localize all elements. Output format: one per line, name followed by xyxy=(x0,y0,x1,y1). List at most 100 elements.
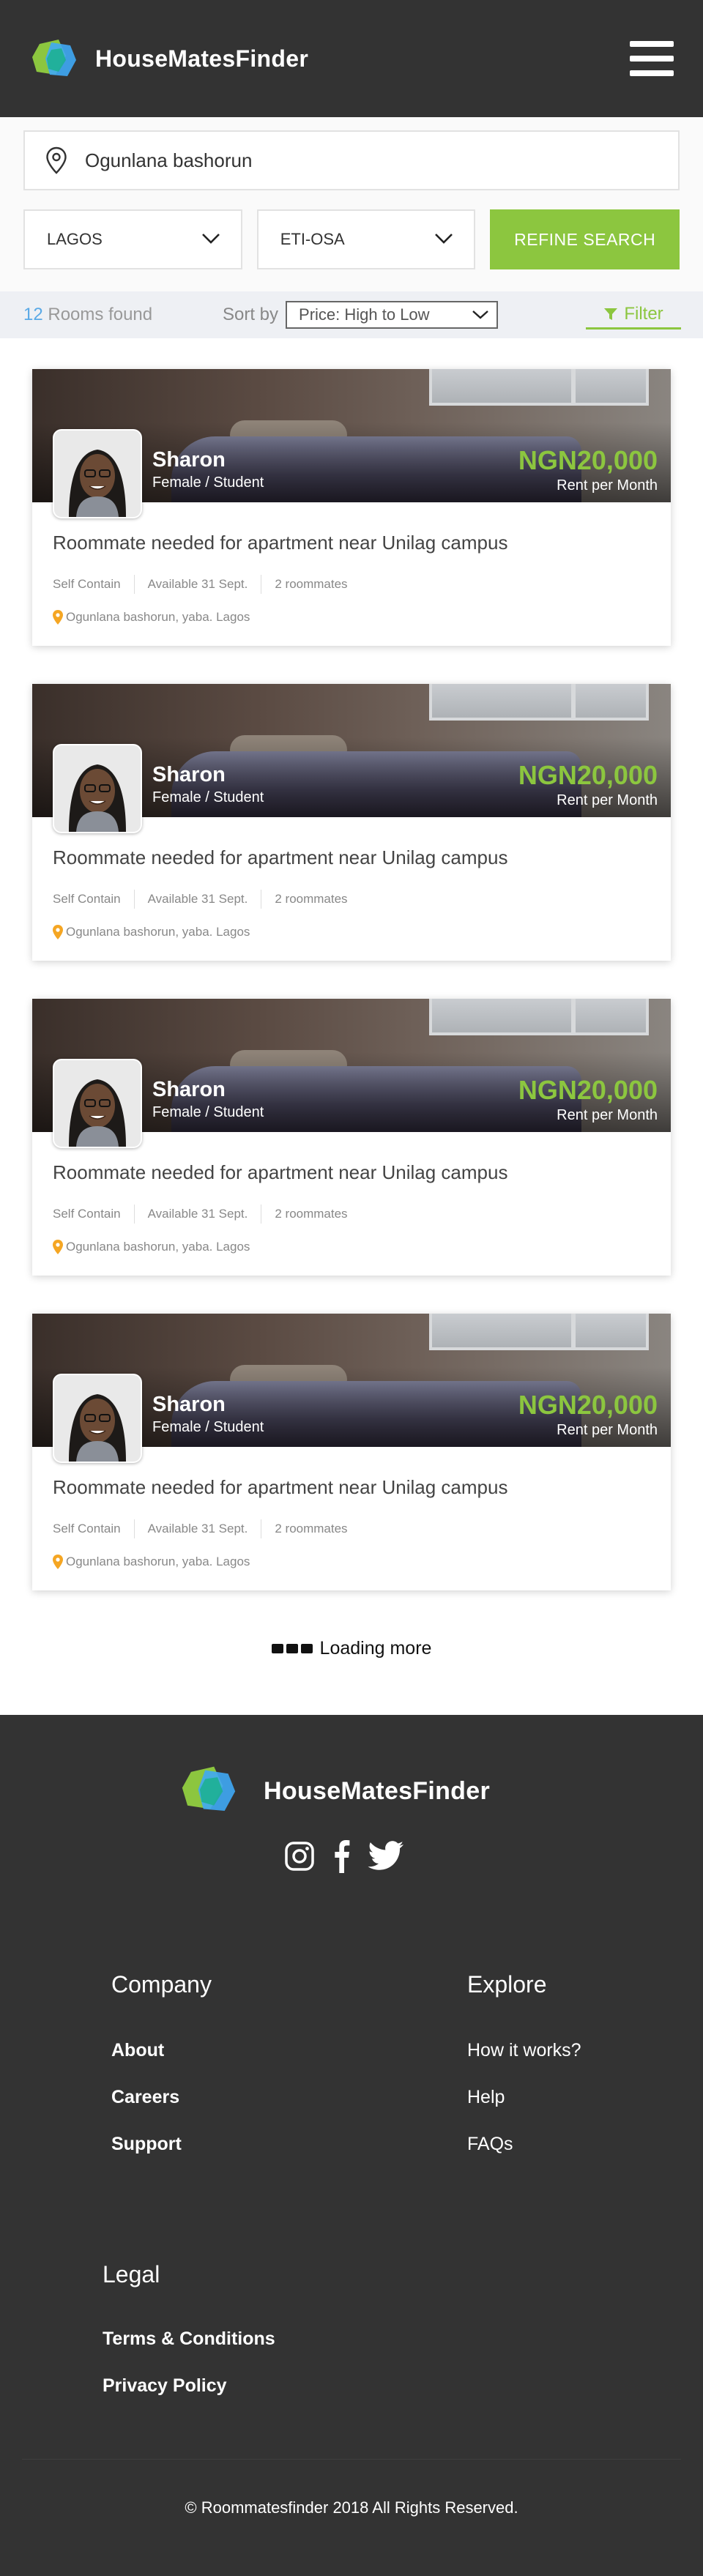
chevron-down-icon xyxy=(434,230,453,249)
listing-card[interactable]: Sharon Female / Student NGN20,000 Rent p… xyxy=(32,1314,671,1590)
rooms-count: 12 xyxy=(23,305,43,324)
listing-title[interactable]: Roommate needed for apartment near Unila… xyxy=(53,817,650,869)
explore-heading: Explore xyxy=(467,1971,547,1998)
loading-label: Loading more xyxy=(319,1637,432,1659)
address-text: Ogunlana bashorun, yaba. Lagos xyxy=(66,925,250,939)
listing-address: Ogunlana bashorun, yaba. Lagos xyxy=(53,1240,650,1254)
state-select-value: LAGOS xyxy=(47,230,103,248)
listing-card[interactable]: Sharon Female / Student NGN20,000 Rent p… xyxy=(32,684,671,961)
footer-link-help[interactable]: Help xyxy=(467,2087,505,2108)
site-footer: HouseMatesFinder Company About Careers S… xyxy=(0,1715,703,2576)
listing-meta: Self Contain Available 31 Sept. 2 roomma… xyxy=(53,1205,650,1224)
company-heading: Company xyxy=(111,1971,212,1998)
footer-link-support[interactable]: Support xyxy=(111,2134,182,2155)
site-header: HouseMatesFinder xyxy=(0,0,703,117)
price-period: Rent per Month xyxy=(557,1422,658,1438)
roommate-count: 2 roommates xyxy=(261,575,360,594)
map-pin-icon xyxy=(53,925,63,939)
avatar[interactable] xyxy=(53,1374,142,1463)
listing-address: Ogunlana bashorun, yaba. Lagos xyxy=(53,610,650,625)
rooms-found-text: 12 Rooms found xyxy=(23,305,223,325)
logo-icon xyxy=(29,38,79,79)
poster-name: Sharon xyxy=(152,763,226,786)
room-type: Self Contain xyxy=(53,1207,121,1221)
location-field[interactable] xyxy=(23,130,680,190)
search-panel: LAGOS ETI-OSA REFINE SEARCH xyxy=(0,117,703,291)
avatar[interactable] xyxy=(53,1059,142,1148)
lga-select[interactable]: ETI-OSA xyxy=(256,209,476,269)
listing-price: NGN20,000 xyxy=(518,760,658,790)
avatar[interactable] xyxy=(53,429,142,518)
results-bar: 12 Rooms found Sort by Price: High to Lo… xyxy=(0,291,703,338)
refine-search-button[interactable]: REFINE SEARCH xyxy=(490,209,680,269)
brand[interactable]: HouseMatesFinder xyxy=(29,38,308,79)
listing-title[interactable]: Roommate needed for apartment near Unila… xyxy=(53,1447,650,1499)
listing-title[interactable]: Roommate needed for apartment near Unila… xyxy=(53,502,650,554)
address-text: Ogunlana bashorun, yaba. Lagos xyxy=(66,1555,250,1568)
chevron-down-icon xyxy=(201,230,220,249)
availability: Available 31 Sept. xyxy=(133,1519,261,1538)
poster-role: Female / Student xyxy=(152,789,264,805)
listings: Sharon Female / Student NGN20,000 Rent p… xyxy=(0,338,703,1674)
lga-select-value: ETI-OSA xyxy=(280,230,345,248)
footer-link-terms[interactable]: Terms & Conditions xyxy=(103,2329,275,2350)
poster-role: Female / Student xyxy=(152,1104,264,1120)
loading-more[interactable]: Loading more xyxy=(32,1623,671,1674)
roommate-count: 2 roommates xyxy=(261,1519,360,1538)
logo-icon xyxy=(179,1765,239,1818)
facebook-icon[interactable] xyxy=(332,1839,350,1873)
footer-link-faqs[interactable]: FAQs xyxy=(467,2134,513,2155)
funnel-icon xyxy=(604,308,618,320)
listing-meta: Self Contain Available 31 Sept. 2 roomma… xyxy=(53,890,650,909)
listing-price: NGN20,000 xyxy=(518,445,658,475)
menu-icon[interactable] xyxy=(630,40,674,78)
social-links xyxy=(284,1839,404,1873)
listing-price: NGN20,000 xyxy=(518,1390,658,1420)
poster-name: Sharon xyxy=(152,1393,226,1416)
price-period: Rent per Month xyxy=(557,792,658,808)
poster-name: Sharon xyxy=(152,1078,226,1101)
listing-price: NGN20,000 xyxy=(518,1075,658,1105)
sort-select-value: Price: High to Low xyxy=(299,305,430,324)
location-input[interactable] xyxy=(85,149,658,172)
roommate-count: 2 roommates xyxy=(261,890,360,909)
map-pin-icon xyxy=(53,1240,63,1254)
footer-brand-name: HouseMatesFinder xyxy=(264,1777,490,1805)
footer-divider xyxy=(22,2459,681,2460)
copyright: © Roommatesfinder 2018 All Rights Reserv… xyxy=(185,2498,518,2517)
listing-title[interactable]: Roommate needed for apartment near Unila… xyxy=(53,1132,650,1184)
listing-address: Ogunlana bashorun, yaba. Lagos xyxy=(53,925,650,939)
listing-card[interactable]: Sharon Female / Student NGN20,000 Rent p… xyxy=(32,999,671,1276)
price-period: Rent per Month xyxy=(557,1107,658,1123)
availability: Available 31 Sept. xyxy=(133,575,261,594)
filter-button[interactable]: Filter xyxy=(586,300,681,330)
map-pin-icon xyxy=(53,610,63,625)
availability: Available 31 Sept. xyxy=(133,1205,261,1224)
poster-role: Female / Student xyxy=(152,1419,264,1435)
footer-link-careers[interactable]: Careers xyxy=(111,2087,179,2108)
poster-name: Sharon xyxy=(152,448,226,472)
footer-link-how-it-works[interactable]: How it works? xyxy=(467,2040,581,2061)
rooms-found-label: Rooms found xyxy=(48,305,153,324)
location-pin-icon xyxy=(45,146,67,174)
chevron-down-icon xyxy=(472,305,489,324)
listing-card[interactable]: Sharon Female / Student NGN20,000 Rent p… xyxy=(32,369,671,646)
loading-dots-icon xyxy=(271,1643,313,1653)
brand-name: HouseMatesFinder xyxy=(95,45,309,72)
avatar[interactable] xyxy=(53,744,142,833)
price-period: Rent per Month xyxy=(557,477,658,494)
twitter-icon[interactable] xyxy=(368,1841,404,1872)
map-pin-icon xyxy=(53,1555,63,1569)
address-text: Ogunlana bashorun, yaba. Lagos xyxy=(66,610,250,624)
footer-link-privacy[interactable]: Privacy Policy xyxy=(103,2375,227,2397)
footer-brand[interactable]: HouseMatesFinder xyxy=(179,1765,490,1818)
poster-role: Female / Student xyxy=(152,474,264,491)
sort-select[interactable]: Price: High to Low xyxy=(286,301,499,329)
sort-label: Sort by xyxy=(223,305,279,324)
filter-label: Filter xyxy=(624,303,663,324)
instagram-icon[interactable] xyxy=(284,1841,315,1872)
footer-link-about[interactable]: About xyxy=(111,2040,164,2061)
room-type: Self Contain xyxy=(53,892,121,906)
listing-address: Ogunlana bashorun, yaba. Lagos xyxy=(53,1555,650,1569)
state-select[interactable]: LAGOS xyxy=(23,209,242,269)
